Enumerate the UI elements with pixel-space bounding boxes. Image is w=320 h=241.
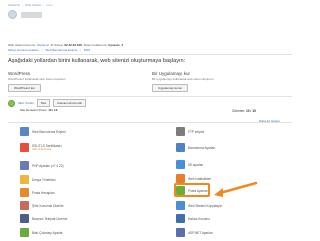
- tool-label: Web Sitesini Kopyalayın: [188, 203, 223, 208]
- link-password[interactable]: Şifreyi Koruma Ayarları: [8, 48, 39, 52]
- tool-label: Bakı Çokmayı Ayarlar: [32, 230, 63, 235]
- breadcrumb-item-current[interactable]: ••••••: [46, 3, 52, 7]
- tool-copy-site[interactable]: Web Sitesini Kopyalayın: [176, 201, 222, 210]
- tool-label: FTP erişimi: [188, 129, 205, 134]
- tasks-score: Görevler: 10 / 15: [232, 109, 256, 113]
- page-title: ••••••••••: [21, 11, 43, 18]
- tool-storage[interactable]: Hafıza Konumu: [176, 214, 210, 223]
- tool-label: Web Barındırma Erişimi: [32, 129, 66, 134]
- start-heading: Aşağıdaki yollardan birini kullanarak, w…: [8, 58, 186, 64]
- tool-ftp[interactable]: FTP erişimi: [176, 127, 204, 136]
- card-title: WordPress: [8, 71, 31, 76]
- aspnet-icon: [176, 228, 185, 237]
- seo-toolkit-link[interactable]: SEO Toolkit: [18, 101, 34, 105]
- tool-label: IIS ayarları: [188, 162, 204, 167]
- score-value: 10 / 10: [48, 108, 58, 112]
- divider: |: [80, 48, 81, 52]
- tasks-value: 10 / 15: [246, 109, 256, 113]
- arrow-icon: [214, 181, 258, 197]
- tool-label: Hafıza Konumu: [188, 216, 210, 221]
- breadcrumb-item-sites[interactable]: Siteler(6): [8, 3, 20, 7]
- scan-button[interactable]: Tara: [36, 99, 51, 107]
- card-desc: Bir uygulamayı kullanarak web sitesi olu…: [152, 77, 214, 81]
- tool-hosting-access[interactable]: Web Barındırma Erişimi: [20, 127, 66, 136]
- link-hosting[interactable]: Web Barındırma Erişimi: [45, 48, 77, 52]
- tool-maintenance[interactable]: Bakı Çokmayı Ayarlar: [20, 228, 63, 237]
- card-desc: WordPress'i kullanarak web sitesi oluştu…: [8, 77, 66, 81]
- certificate-icon: [20, 143, 29, 152]
- tool-aspnet[interactable]: ASP.NET Ayarları: [176, 228, 213, 237]
- divider: [8, 122, 292, 123]
- tool-label: PHP Ayarları (v7.4.22): [32, 163, 64, 168]
- divider: [8, 96, 292, 97]
- page-header: ••••••••••: [8, 10, 43, 19]
- tool-web-stats[interactable]: Web İstatistikleri: [176, 174, 211, 183]
- card-title: Bir Uygulamayı kur: [152, 71, 191, 76]
- storage-icon: [176, 214, 185, 223]
- install-wordpress-button[interactable]: WordPress'i kur: [8, 84, 42, 92]
- ip-value: 92.42.33.108: [64, 43, 82, 47]
- folder-icon: [20, 175, 29, 184]
- chart-icon: [176, 174, 185, 183]
- tool-php[interactable]: PHP Ayarları (v7.4.22): [20, 161, 64, 170]
- card-icon: [20, 214, 29, 223]
- copy-icon: [176, 201, 185, 210]
- tools-icon: [20, 228, 29, 237]
- tool-payment[interactable]: Barçısız Telepati Ücreme: [20, 214, 67, 223]
- seo-toolkit-bar: SEO Toolkit Tara Araması sürücü etki: [8, 99, 86, 107]
- tool-mail-accounts[interactable]: Posta Hesapları: [20, 188, 55, 197]
- seo-logo-icon: [8, 99, 15, 107]
- score-label: Site Denetimi Puanı:: [20, 108, 48, 112]
- search-engine-button[interactable]: Araması sürücü etki: [53, 99, 86, 107]
- tool-iis[interactable]: IIS ayarları: [176, 160, 203, 169]
- tool-file-manager[interactable]: Dosya Yöneticisi: [20, 175, 56, 184]
- install-app-button[interactable]: Uygulamayı kurun: [152, 84, 189, 92]
- iis-icon: [176, 160, 185, 169]
- user-label: Sistem kullanıcısı: [83, 43, 107, 47]
- highlight-box: [174, 183, 210, 197]
- breadcrumb-item-websites[interactable]: Web Siteleri: [25, 3, 41, 7]
- tool-label: Şifre Korumalı Dizinler: [32, 203, 64, 208]
- breadcrumb-separator: ›: [22, 2, 24, 7]
- server-icon: [176, 143, 185, 152]
- globe-icon: [20, 127, 29, 136]
- lock-icon: [20, 201, 29, 210]
- app-card: Bir Uygulamayı kur Bir uygulamayı kullan…: [152, 71, 214, 92]
- site-name: ••••••••••: [21, 11, 43, 18]
- tool-label: Posta Hesapları: [32, 190, 55, 195]
- link-dns[interactable]: DNS: [84, 48, 90, 52]
- breadcrumb: Siteler(6) › Web Siteleri › ••••••: [8, 2, 53, 7]
- tool-sub: Aksi vb korumalı: [32, 148, 52, 151]
- tool-label: ASP.NET Ayarları: [188, 230, 213, 235]
- tool-label: Web İstatistikleri: [188, 176, 212, 181]
- tool-ssl[interactable]: SSL/TLS Sertifikaları Aksi vb korumalı: [20, 143, 62, 152]
- divider: [8, 54, 292, 55]
- divider: |: [41, 48, 43, 52]
- tasks-label: Görevler:: [232, 109, 246, 113]
- tool-label: Barındırma Ayarları: [188, 145, 216, 150]
- ip-label: IP Adresi: [50, 43, 63, 47]
- wordpress-card: WordPress WordPress'i kullanarak web sit…: [8, 71, 66, 92]
- mail-icon: [20, 188, 29, 197]
- globe-icon: [8, 10, 17, 19]
- tool-label: Barçısız Telepati Ücreme: [32, 216, 68, 221]
- quick-links: Şifreyi Koruma Ayarları | Web Barındırma…: [8, 48, 90, 52]
- system-value[interactable]: httpdocs/: [37, 43, 49, 47]
- php-icon: [20, 161, 29, 170]
- tool-label: Dosya Yöneticisi: [32, 177, 56, 182]
- user-value: bysaser_4: [108, 43, 124, 47]
- system-label: Web siteleri konumu: [8, 43, 36, 47]
- ftp-icon: [176, 127, 185, 136]
- site-audit-score: Site Denetimi Puanı: 10 / 10: [20, 108, 57, 112]
- tool-hosting-settings[interactable]: Barındırma Ayarları: [176, 143, 215, 152]
- site-info: Web siteleri konumu: httpdocs/ IP Adresi…: [8, 43, 124, 47]
- tool-protected-dirs[interactable]: Şifre Korumalı Dizinler: [20, 201, 64, 210]
- breadcrumb-separator: ›: [43, 2, 45, 7]
